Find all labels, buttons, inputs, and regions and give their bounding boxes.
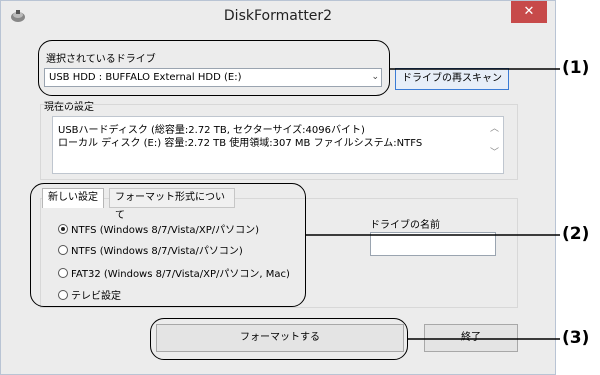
callout-leader-lines	[306, 68, 560, 340]
callout-label-3: (3)	[562, 328, 590, 348]
callout-label-2: (2)	[562, 224, 590, 244]
callout-label-1: (1)	[562, 58, 590, 78]
